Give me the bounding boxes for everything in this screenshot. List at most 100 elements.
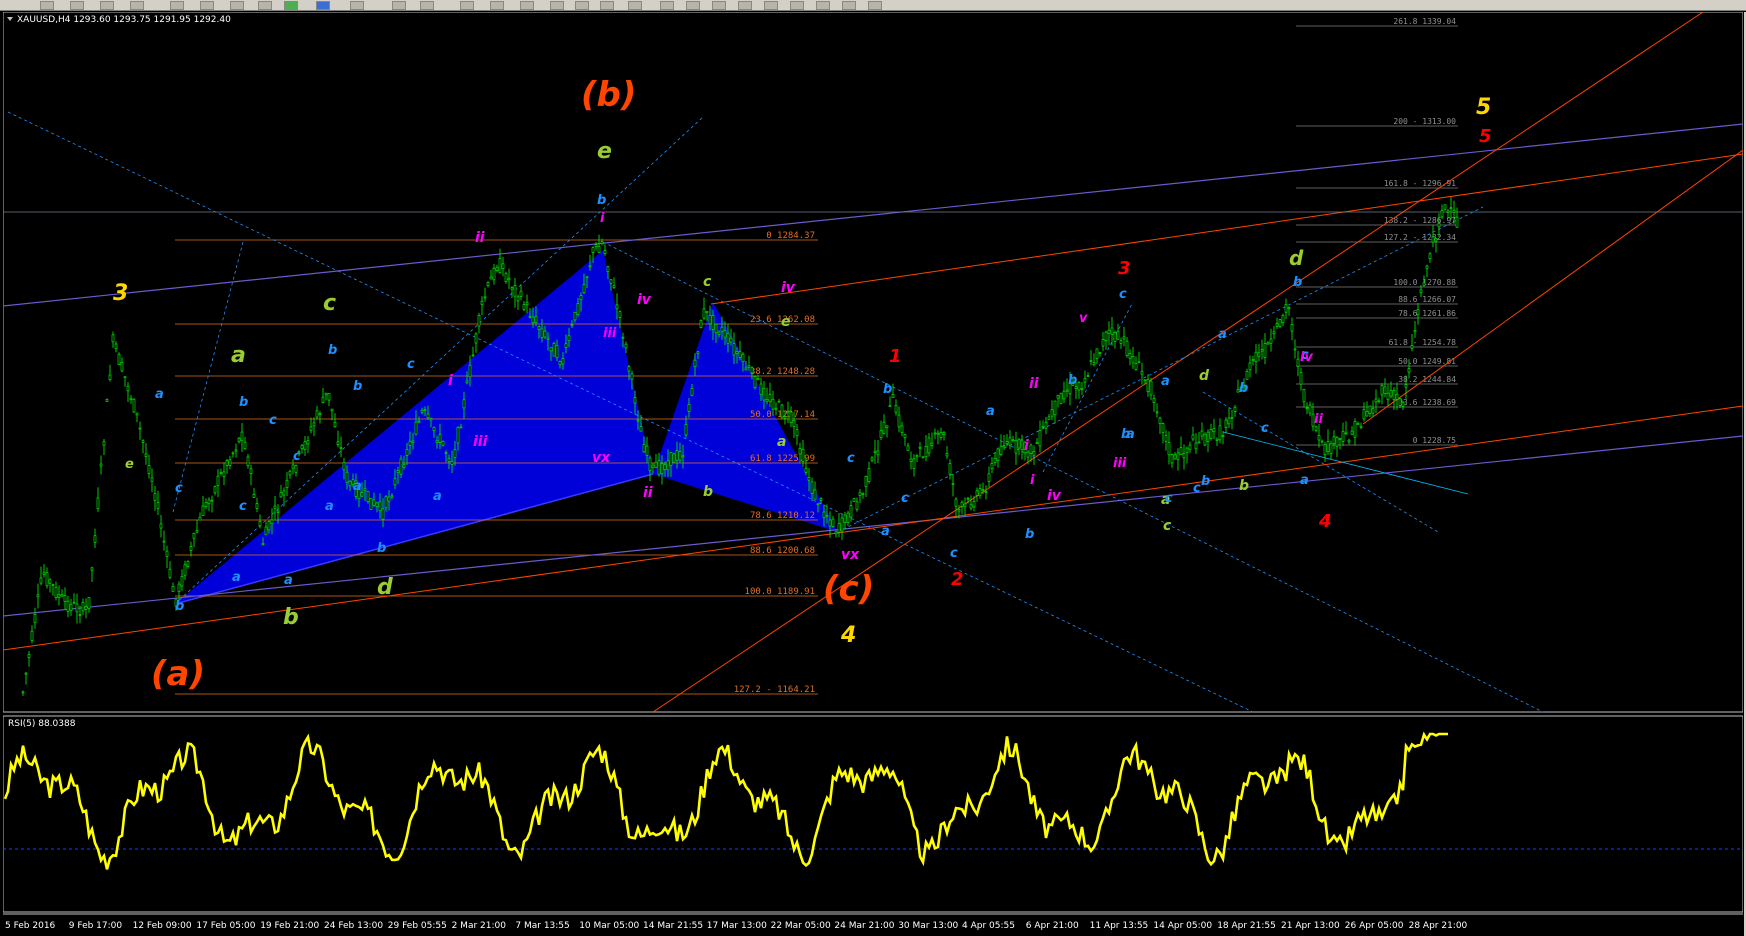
candle-body: [147, 464, 151, 474]
candle-body: [237, 437, 241, 443]
horizontal-line-icon[interactable]: [490, 1, 504, 10]
candle-body: [975, 490, 979, 496]
rsi-pane[interactable]: [3, 715, 1743, 913]
text-icon[interactable]: [600, 1, 614, 10]
toolbar-button[interactable]: [170, 1, 184, 10]
candle-body: [738, 351, 742, 358]
vertical-line-icon[interactable]: [460, 1, 474, 10]
candle-body: [1011, 439, 1015, 442]
toolbar-button[interactable]: [100, 1, 114, 10]
toolbar-button[interactable]: [350, 1, 364, 10]
candle-body: [852, 498, 856, 502]
timeframe-m5[interactable]: [686, 1, 700, 10]
channel-icon[interactable]: [550, 1, 564, 10]
candle-body: [693, 359, 697, 368]
candle-body: [531, 316, 535, 324]
candle-body: [1176, 452, 1180, 460]
candle-body: [420, 410, 424, 413]
candle-body: [600, 241, 604, 245]
timeframe-w1[interactable]: [842, 1, 856, 10]
toolbar-button[interactable]: [200, 1, 214, 10]
candle-body: [771, 398, 775, 410]
candle-body: [711, 315, 715, 330]
candle-body: [120, 362, 124, 372]
wave-label: c: [175, 481, 183, 496]
fib-level-label: 61.8 - 1254.78: [1389, 338, 1457, 347]
candle-body: [1050, 409, 1054, 417]
toolbar-button[interactable]: [230, 1, 244, 10]
properties-icon[interactable]: [316, 1, 330, 10]
trendline-icon[interactable]: [520, 1, 534, 10]
candle-body: [912, 458, 916, 469]
candle-body: [978, 488, 982, 497]
chart-window[interactable]: 0 1284.37 23.6 1262.08 38.2 1248.28 50.0 12…: [3, 12, 1743, 936]
cursor-icon[interactable]: [392, 1, 406, 10]
arrow-icon[interactable]: [628, 1, 642, 10]
candle-body: [264, 526, 268, 536]
candle-body: [144, 453, 148, 457]
candle-body: [606, 266, 610, 272]
candle-body: [645, 445, 649, 456]
candle-body: [1104, 331, 1108, 341]
candle-body: [1002, 445, 1006, 448]
candle-body: [450, 461, 454, 465]
toolbar-button[interactable]: [258, 1, 272, 10]
candle-body: [1395, 393, 1399, 400]
candle-body: [459, 426, 463, 429]
wave-label: 4: [840, 623, 856, 648]
candle-body: [429, 418, 433, 421]
crosshair-icon[interactable]: [420, 1, 434, 10]
candle-body: [735, 351, 739, 354]
candle-body: [1008, 437, 1012, 446]
timeframe-d1[interactable]: [816, 1, 830, 10]
candle-body: [897, 414, 901, 428]
candle-body: [987, 473, 991, 482]
price-chart[interactable]: 0 1284.3723.6 1262.0838.2 1248.2850.0 12…: [3, 12, 1743, 936]
candle-body: [705, 310, 709, 314]
timeframe-m15[interactable]: [712, 1, 726, 10]
toolbar-button[interactable]: [70, 1, 84, 10]
candle-body: [249, 468, 253, 474]
candle-body: [1416, 309, 1420, 316]
candle-body: [792, 420, 796, 428]
candle-body: [213, 486, 217, 494]
timeframe-h1[interactable]: [764, 1, 778, 10]
candle-body: [231, 452, 235, 455]
candle-body: [654, 461, 658, 468]
toolbar-button[interactable]: [40, 1, 54, 10]
wave-label: 3: [1118, 258, 1131, 279]
toolbar-button[interactable]: [130, 1, 144, 10]
timeframe-h4[interactable]: [790, 1, 804, 10]
timeframe-m30[interactable]: [738, 1, 752, 10]
candle-body: [660, 463, 664, 475]
candle-body: [1041, 425, 1045, 428]
candle-body: [39, 577, 43, 584]
candle-body: [261, 543, 265, 545]
candle-body: [489, 276, 493, 280]
wave-label: c: [1119, 287, 1127, 302]
candle-body: [564, 343, 568, 348]
candle-body: [603, 250, 607, 254]
fibonacci-icon[interactable]: [575, 1, 589, 10]
wave-label: (a): [151, 654, 205, 694]
candle-body: [732, 343, 736, 356]
candle-body: [324, 392, 328, 396]
candle-body: [1440, 210, 1444, 218]
add-icon[interactable]: [284, 1, 298, 10]
candle-body: [1221, 435, 1225, 437]
wave-label: e: [597, 139, 612, 164]
time-axis-label: 17 Feb 05:00: [196, 921, 255, 931]
candle-body: [1158, 417, 1162, 424]
timeframe-mn[interactable]: [868, 1, 882, 10]
wave-label: d: [1289, 246, 1304, 270]
candle-body: [432, 427, 436, 431]
candle-body: [597, 245, 601, 253]
candle-body: [813, 489, 817, 500]
timeframe-m1[interactable]: [660, 1, 674, 10]
candle-body: [510, 287, 514, 290]
candle-body: [657, 460, 661, 475]
wave-label: d: [1199, 368, 1210, 384]
wave-label: vx: [841, 547, 860, 563]
candle-body: [1161, 423, 1165, 434]
candle-body: [858, 492, 862, 496]
